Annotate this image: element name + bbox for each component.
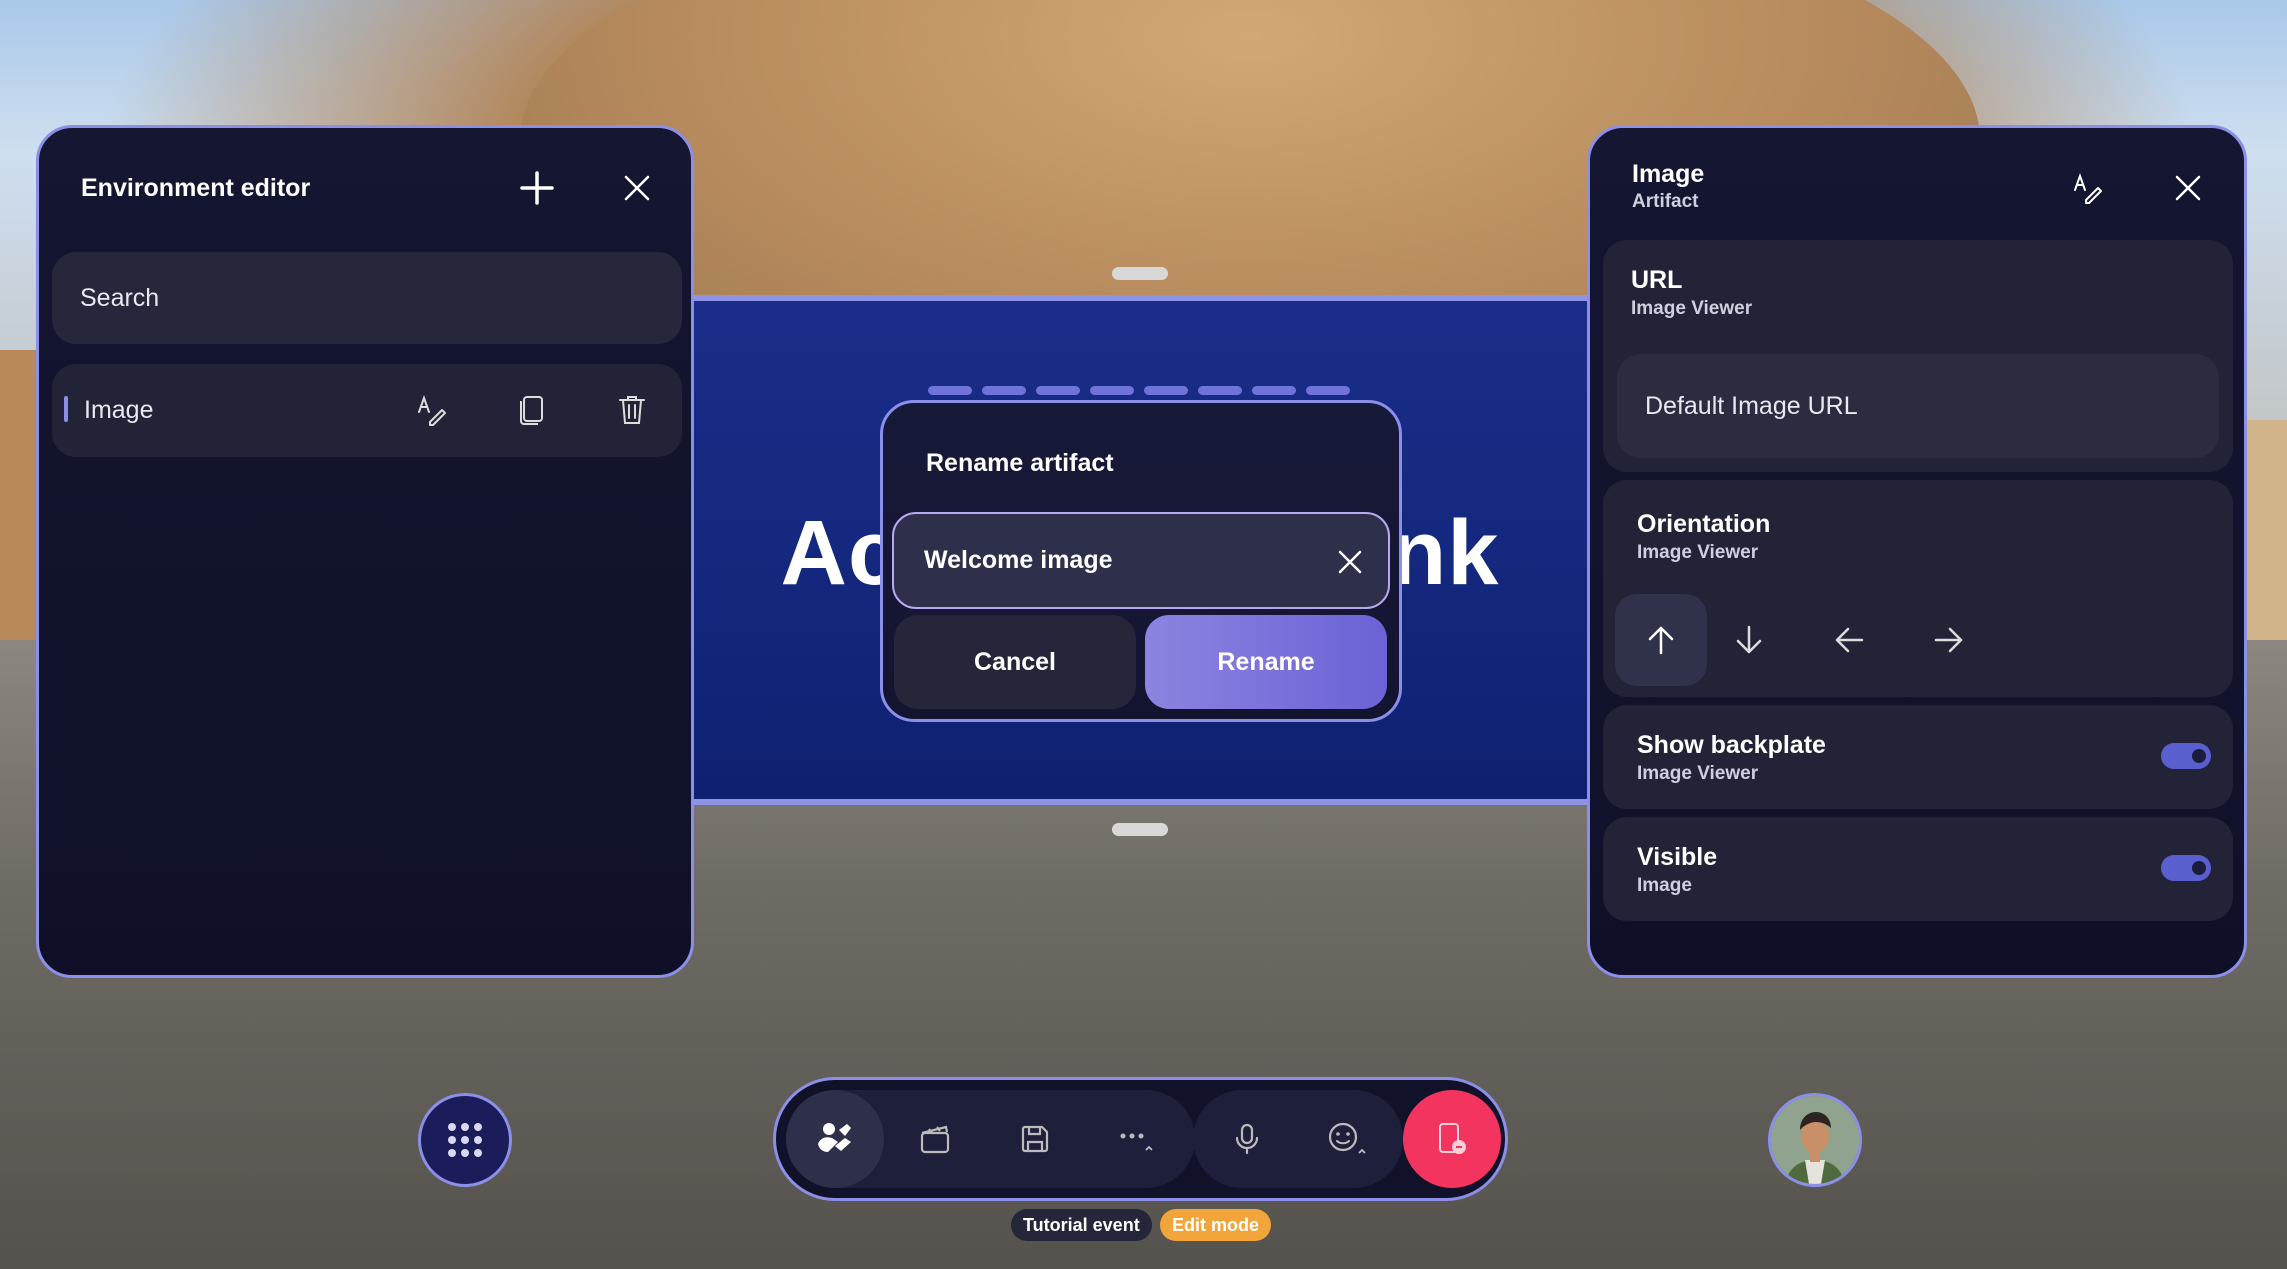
visible-property: Visible Image (1603, 817, 2233, 921)
scene-button[interactable] (886, 1090, 984, 1188)
delete-item-button[interactable] (604, 382, 660, 438)
dialog-drag-handle[interactable] (928, 386, 1350, 395)
close-icon (624, 175, 650, 201)
add-button[interactable] (509, 160, 565, 216)
emoji-button[interactable] (1298, 1090, 1396, 1188)
orientation-right-button[interactable] (1921, 612, 1977, 668)
leave-icon (1439, 1123, 1466, 1154)
search-input[interactable]: Search (52, 252, 682, 344)
orientation-left-button[interactable] (1821, 612, 1877, 668)
apps-button[interactable] (418, 1093, 512, 1187)
rename-button[interactable] (2060, 160, 2116, 216)
environment-editor-panel: Environment editor Search Image (36, 125, 694, 978)
panel-title: Image (1632, 160, 1705, 188)
property-subtitle: Image (1637, 875, 1692, 896)
host-tools-icon (818, 1123, 851, 1152)
clear-input-button[interactable] (1322, 534, 1378, 590)
orientation-property: Orientation Image Viewer (1603, 480, 2233, 697)
arrow-right-icon (1934, 627, 1963, 653)
rename-item-button[interactable] (404, 382, 460, 438)
emoji-icon (1328, 1122, 1366, 1154)
property-subtitle: Image Viewer (1637, 763, 1759, 784)
image-properties-panel: Image Artifact URL Image Viewer Default … (1587, 125, 2247, 978)
leave-button[interactable] (1403, 1090, 1501, 1188)
property-title: Orientation (1637, 510, 1771, 538)
visible-toggle[interactable] (2161, 855, 2211, 881)
more-icon (1120, 1133, 1153, 1151)
event-name-badge: Tutorial event (1011, 1209, 1152, 1241)
trash-icon (619, 396, 645, 424)
search-placeholder: Search (80, 283, 160, 312)
avatar-icon (1771, 1096, 1859, 1184)
property-title: Visible (1637, 843, 1718, 871)
cancel-button[interactable]: Cancel (894, 615, 1136, 709)
close-icon (2175, 175, 2201, 201)
property-title: Show backplate (1637, 731, 1826, 759)
property-title: URL (1631, 266, 1683, 294)
dialog-title: Rename artifact (926, 449, 1114, 477)
scene-icon (920, 1125, 950, 1154)
artifact-name-input[interactable]: Welcome image (892, 512, 1390, 609)
main-toolbar (773, 1077, 1508, 1201)
show-backplate-property: Show backplate Image Viewer (1603, 705, 2233, 809)
close-button[interactable] (2160, 160, 2216, 216)
rename-icon (2074, 173, 2102, 204)
panel-title: Environment editor (81, 174, 311, 202)
close-button[interactable] (609, 160, 665, 216)
url-input[interactable]: Default Image URL (1617, 354, 2219, 458)
more-button[interactable] (1086, 1090, 1184, 1188)
url-value: Default Image URL (1645, 391, 1858, 420)
arrow-up-icon (1648, 626, 1674, 655)
orientation-up-button[interactable] (1615, 594, 1707, 686)
orientation-down-button[interactable] (1721, 612, 1777, 668)
host-tools-button[interactable] (786, 1090, 884, 1188)
screen-top-handle[interactable] (1112, 267, 1168, 280)
microphone-button[interactable] (1198, 1090, 1296, 1188)
plus-icon (520, 171, 554, 205)
artifact-name-value: Welcome image (924, 546, 1113, 574)
duplicate-item-button[interactable] (504, 382, 560, 438)
screen-bottom-handle[interactable] (1112, 823, 1168, 836)
save-button[interactable] (986, 1090, 1084, 1188)
list-item[interactable]: Image (52, 364, 682, 457)
rename-icon (418, 395, 446, 426)
property-subtitle: Image Viewer (1631, 298, 1753, 319)
apps-grid-icon (448, 1123, 482, 1157)
show-backplate-toggle[interactable] (2161, 743, 2211, 769)
arrow-left-icon (1835, 627, 1864, 653)
microphone-icon (1235, 1123, 1259, 1155)
selection-indicator (64, 396, 68, 422)
save-icon (1021, 1125, 1049, 1153)
arrow-down-icon (1736, 625, 1762, 654)
property-subtitle: Image Viewer (1637, 542, 1759, 563)
close-icon (1338, 550, 1362, 574)
avatar[interactable] (1768, 1093, 1862, 1187)
copy-icon (520, 396, 543, 425)
url-property: URL Image Viewer Default Image URL (1603, 240, 2233, 472)
screen-text-right: nk (1390, 502, 1500, 604)
edit-mode-badge: Edit mode (1160, 1209, 1272, 1241)
list-item-label: Image (84, 396, 154, 424)
panel-subtitle: Artifact (1632, 191, 1699, 212)
rename-button[interactable]: Rename (1145, 615, 1387, 709)
